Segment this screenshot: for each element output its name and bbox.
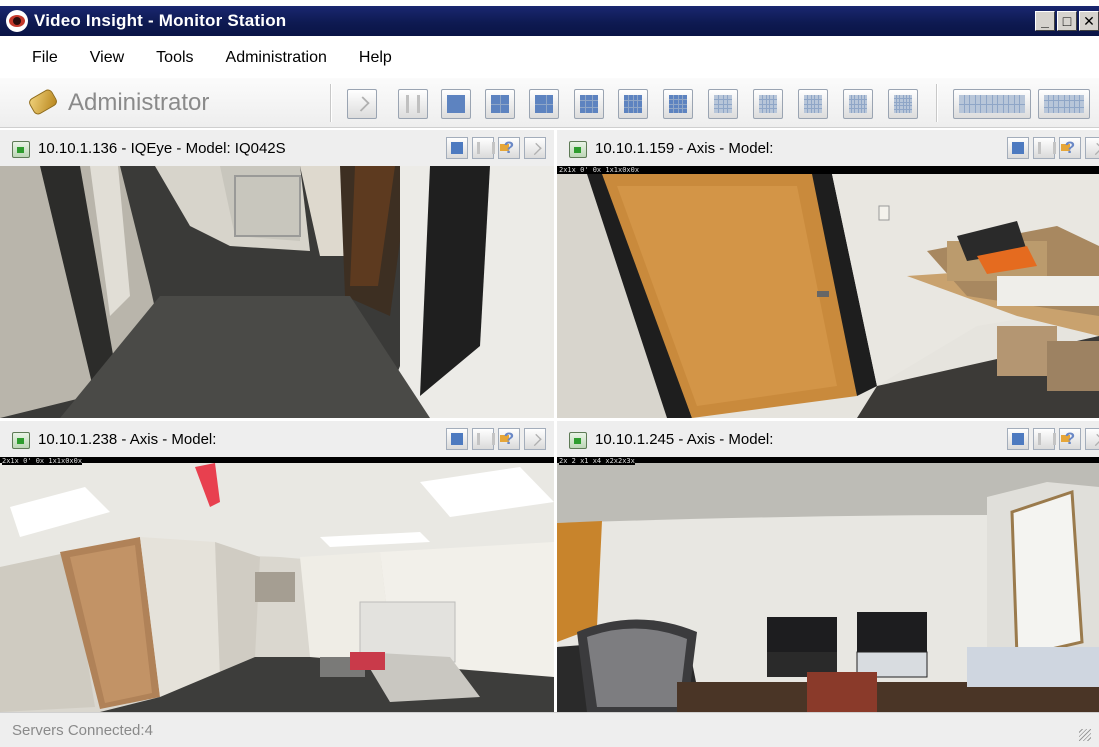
split-button[interactable]	[472, 428, 495, 450]
layout-6x6-button[interactable]	[843, 89, 873, 119]
menu-tools[interactable]: Tools	[156, 49, 193, 67]
camera-osd-timestamp: 2x1x 0' 0x 1x1x0x0x	[2, 457, 83, 465]
layout-4x4-button[interactable]	[663, 89, 693, 119]
grid-icon	[580, 95, 598, 113]
fullscreen-button[interactable]	[446, 428, 468, 450]
camera-status-icon	[12, 139, 30, 158]
camera-video-feed[interactable]: 2x1x 0' 0x 1x1x0x0x	[557, 166, 1099, 418]
layout-3x3-button[interactable]	[574, 89, 604, 119]
grid-icon	[624, 95, 642, 113]
camera-video-feed[interactable]	[0, 166, 554, 418]
ptz-button[interactable]	[1085, 137, 1099, 159]
grid-icon	[849, 95, 867, 113]
office-hallway-image	[0, 457, 554, 712]
camera-controls	[1003, 428, 1099, 450]
grid-icon	[1044, 95, 1084, 113]
help-button[interactable]	[1059, 428, 1081, 450]
layout-1plus7-button[interactable]	[618, 89, 648, 119]
grid-icon	[894, 95, 912, 113]
menu-file[interactable]: File	[32, 49, 58, 67]
close-button[interactable]: ✕	[1079, 11, 1099, 31]
split-layout-button[interactable]	[398, 89, 428, 119]
camera-status-icon	[12, 430, 30, 449]
menu-help[interactable]: Help	[359, 49, 392, 67]
camera-pane-2[interactable]: 10.10.1.159 - Axis - Model: ? 2x1x 0' 0x…	[557, 130, 1099, 418]
camera-header: 10.10.1.245 - Axis - Model:	[557, 421, 1099, 457]
office-desks-image	[557, 457, 1099, 712]
grid-icon	[535, 95, 553, 113]
minimize-button[interactable]: _	[1035, 11, 1055, 31]
user-indicator[interactable]: Administrator	[26, 87, 210, 118]
camera-controls	[442, 428, 546, 450]
camera-osd-timestamp: 2x 2 x1 x4 x2x2x3x	[559, 457, 635, 465]
camera-pane-4[interactable]: 10.10.1.245 - Axis - Model: ? 2x 2 x1 x4…	[557, 421, 1099, 712]
camera-header: 10.10.1.159 - Axis - Model:	[557, 130, 1099, 166]
user-label: Administrator	[68, 89, 210, 116]
ptz-layout-button[interactable]	[347, 89, 377, 119]
help-button[interactable]	[498, 137, 520, 159]
menu-view[interactable]: View	[90, 49, 124, 67]
camera-title: 10.10.1.159 - Axis - Model:	[595, 139, 774, 157]
camera-video-feed[interactable]: 2x 2 x1 x4 x2x2x3x	[557, 457, 1099, 712]
camera-controls	[442, 137, 546, 159]
title-bar: Video Insight - Monitor Station _ □ ✕	[0, 6, 1099, 36]
layout-1plus12-button[interactable]	[708, 89, 738, 119]
fullscreen-button[interactable]	[1007, 428, 1029, 450]
grid-icon	[959, 95, 1025, 113]
camera-status-icon	[569, 430, 587, 449]
grid-icon	[804, 95, 822, 113]
layout-7x7-button[interactable]	[888, 89, 918, 119]
ptz-icon	[354, 96, 370, 112]
menu-bar: File View Tools Administration Help	[0, 38, 1099, 78]
toolbar: Administrator	[0, 78, 1099, 128]
toolbar-separator	[936, 84, 938, 122]
split-icon	[406, 95, 420, 113]
key-icon	[26, 87, 60, 118]
layout-2x2-button[interactable]	[485, 89, 515, 119]
help-button[interactable]	[1059, 137, 1081, 159]
grid-icon	[714, 95, 732, 113]
layout-1plus5-button[interactable]	[529, 89, 559, 119]
help-button[interactable]	[498, 428, 520, 450]
window-controls: _ □ ✕	[1033, 11, 1099, 31]
camera-title: 10.10.1.136 - IQEye - Model: IQ042S	[38, 139, 286, 157]
fullscreen-button[interactable]	[1007, 137, 1029, 159]
toolbar-separator	[330, 84, 332, 122]
grid-icon	[491, 95, 509, 113]
eye-icon	[6, 10, 28, 32]
camera-pane-1[interactable]: 10.10.1.136 - IQEye - Model: IQ042S	[0, 130, 554, 418]
split-button[interactable]	[1033, 137, 1056, 159]
layout-1x1-button[interactable]	[441, 89, 471, 119]
camera-header: 10.10.1.238 - Axis - Model:	[0, 421, 554, 457]
grid-icon	[759, 95, 777, 113]
camera-controls	[1003, 137, 1099, 159]
ptz-button[interactable]	[1085, 428, 1099, 450]
servers-connected-status: Servers Connected:4	[12, 721, 153, 739]
split-button[interactable]	[1033, 428, 1056, 450]
office-door-image	[557, 166, 1099, 418]
status-bar: Servers Connected:4	[0, 712, 1099, 747]
layout-1plus9-button[interactable]	[798, 89, 828, 119]
grid-icon	[669, 95, 687, 113]
maximize-button[interactable]: □	[1057, 11, 1077, 31]
ptz-button[interactable]	[524, 137, 546, 159]
camera-title: 10.10.1.238 - Axis - Model:	[38, 430, 217, 448]
layout-wide-1-button[interactable]	[953, 89, 1031, 119]
resize-grip-icon[interactable]	[1079, 729, 1091, 741]
menu-administration[interactable]: Administration	[226, 49, 327, 67]
fullscreen-button[interactable]	[446, 137, 468, 159]
camera-video-feed[interactable]: 2x1x 0' 0x 1x1x0x0x	[0, 457, 554, 712]
layout-5x5-button[interactable]	[753, 89, 783, 119]
layout-wide-2-button[interactable]	[1038, 89, 1090, 119]
camera-osd-timestamp: 2x1x 0' 0x 1x1x0x0x	[559, 166, 640, 174]
grid-icon	[447, 95, 465, 113]
hallway-corridor-image	[0, 166, 554, 418]
ptz-button[interactable]	[524, 428, 546, 450]
window-title: Video Insight - Monitor Station	[34, 11, 287, 30]
camera-pane-3[interactable]: 10.10.1.238 - Axis - Model: ? 2x1x 0' 0x…	[0, 421, 554, 712]
camera-title: 10.10.1.245 - Axis - Model:	[595, 430, 774, 448]
split-button[interactable]	[472, 137, 495, 159]
camera-header: 10.10.1.136 - IQEye - Model: IQ042S	[0, 130, 554, 166]
camera-status-icon	[569, 139, 587, 158]
